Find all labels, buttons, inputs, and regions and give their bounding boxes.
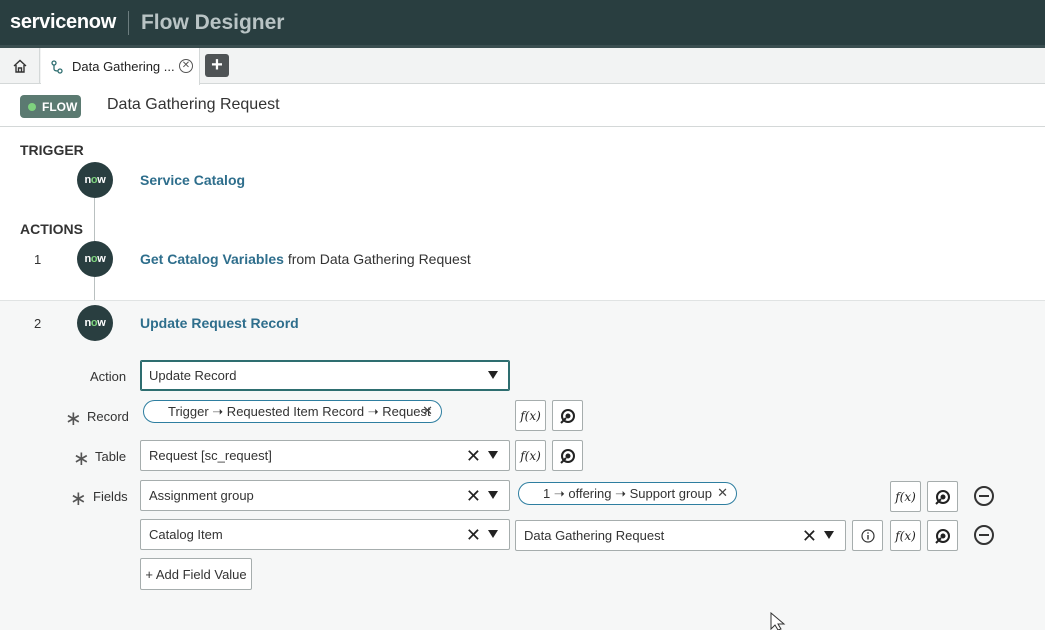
action-step-number: 1	[34, 252, 42, 267]
action-name[interactable]: Get Catalog Variables	[140, 251, 284, 267]
data-pill-picker-button[interactable]	[927, 481, 958, 512]
close-tab-icon[interactable]: ✕	[179, 59, 193, 73]
brand-divider	[127, 10, 129, 35]
script-toggle-button[interactable]: f(x)	[515, 440, 546, 471]
trigger-section-label: TRIGGER	[20, 142, 84, 158]
info-button[interactable]	[852, 520, 883, 551]
servicenow-step-icon: now	[77, 241, 113, 277]
app-title: Flow Designer	[140, 10, 285, 34]
field-value-pill[interactable]: 1 ➝ offering ➝ Support group ✕	[518, 482, 737, 505]
status-dot-icon	[28, 102, 36, 111]
actions-section-label: ACTIONS	[20, 221, 83, 237]
clear-icon[interactable]: ✕	[802, 526, 817, 547]
clear-icon[interactable]: ✕	[466, 446, 481, 467]
servicenow-logo: servicenow	[10, 11, 116, 33]
field-value-pill-text: 1 ➝ offering ➝ Support group	[543, 485, 712, 501]
required-icon: ∗	[65, 408, 82, 430]
fields-field-label: Fields	[93, 489, 128, 504]
flow-title: Data Gathering Request	[107, 96, 280, 113]
script-toggle-button[interactable]: f(x)	[890, 481, 921, 512]
home-tab[interactable]	[0, 48, 40, 84]
add-field-value-button[interactable]: + Add Field Value	[140, 558, 252, 590]
data-pill-icon	[934, 528, 950, 544]
table-field-label: Table	[95, 449, 127, 464]
required-icon: ∗	[73, 448, 90, 470]
chevron-down-icon[interactable]	[488, 530, 498, 538]
record-pill[interactable]: Trigger ➝ Requested Item Record ➝ Reques…	[143, 400, 442, 423]
mouse-cursor-icon	[770, 612, 786, 630]
data-pill-picker-button[interactable]	[552, 400, 583, 431]
record-field-label: Record	[87, 409, 129, 424]
clear-icon[interactable]: ✕	[466, 525, 481, 546]
flow-icon	[51, 59, 63, 74]
field-value-select[interactable]: Data Gathering Request ✕	[515, 520, 846, 551]
home-icon	[13, 59, 26, 73]
action-suffix: from Data Gathering Request	[283, 251, 471, 267]
table-select[interactable]: Request [sc_request] ✕	[140, 440, 510, 471]
data-pill-icon	[559, 448, 575, 464]
info-icon	[860, 528, 875, 543]
remove-field-icon[interactable]	[974, 486, 994, 506]
action-field-label: Action	[90, 369, 127, 384]
flow-header: FLOW Data Gathering Request	[0, 85, 1045, 127]
data-pill-picker-button[interactable]	[552, 440, 583, 471]
data-pill-icon	[934, 489, 950, 505]
script-toggle-button[interactable]: f(x)	[890, 520, 921, 551]
chevron-down-icon[interactable]	[824, 531, 834, 539]
remove-pill-icon[interactable]: ✕	[717, 485, 728, 501]
action-select-value: Update Record	[149, 368, 237, 383]
action-step-number: 2	[34, 316, 42, 331]
servicenow-step-icon: now	[77, 162, 113, 198]
tab-label: Data Gathering ...	[72, 59, 175, 74]
flow-badge-label: FLOW	[42, 99, 78, 114]
field-name-select[interactable]: Catalog Item ✕	[140, 519, 510, 550]
field-name-value: Catalog Item	[149, 527, 223, 542]
tab-data-gathering[interactable]: Data Gathering ... ✕	[41, 48, 200, 85]
chevron-down-icon[interactable]	[488, 371, 498, 379]
data-pill-icon	[559, 408, 575, 424]
servicenow-step-icon: now	[77, 305, 113, 341]
action-link[interactable]: Update Request Record	[140, 315, 299, 331]
tab-bar: Data Gathering ... ✕ +	[0, 48, 1045, 85]
top-bar: servicenow Flow Designer	[0, 0, 1045, 45]
trigger-link[interactable]: Service Catalog	[140, 172, 245, 188]
action-link[interactable]: Get Catalog Variables from Data Gatherin…	[140, 251, 471, 267]
table-select-value: Request [sc_request]	[149, 448, 272, 463]
flow-status-badge: FLOW	[20, 95, 81, 118]
remove-field-icon[interactable]	[974, 525, 994, 545]
add-tab-button[interactable]: +	[205, 54, 229, 77]
data-pill-picker-button[interactable]	[927, 520, 958, 551]
action-select[interactable]: Update Record	[140, 360, 510, 391]
script-toggle-button[interactable]: f(x)	[515, 400, 546, 431]
chevron-down-icon[interactable]	[488, 491, 498, 499]
remove-pill-icon[interactable]: ✕	[422, 403, 433, 419]
timeline-connector	[94, 198, 95, 244]
field-value-text: Data Gathering Request	[524, 528, 665, 543]
chevron-down-icon[interactable]	[488, 451, 498, 459]
field-name-select[interactable]: Assignment group ✕	[140, 480, 510, 511]
field-name-value: Assignment group	[149, 488, 254, 503]
clear-icon[interactable]: ✕	[466, 486, 481, 507]
record-pill-value: Trigger ➝ Requested Item Record ➝ Reques…	[168, 403, 431, 419]
required-icon: ∗	[70, 488, 87, 510]
